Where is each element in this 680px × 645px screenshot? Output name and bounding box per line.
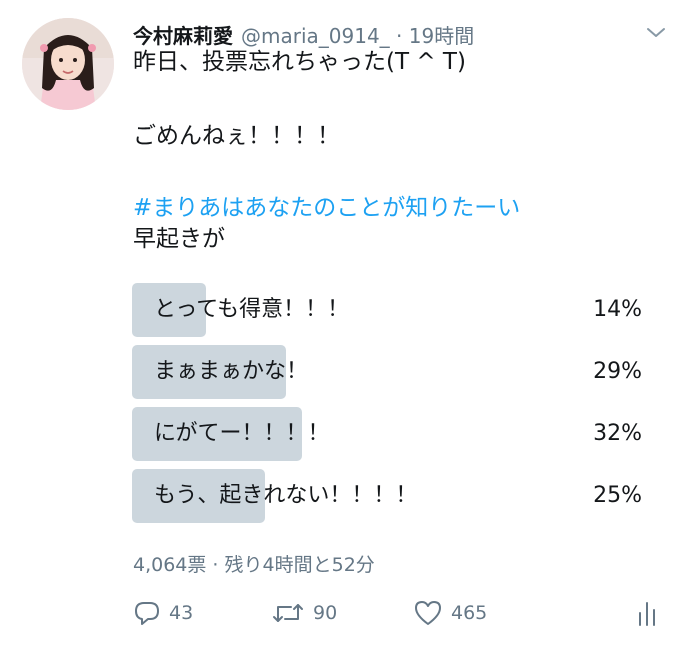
poll-option: もう、起きれない！！！！ 25% — [132, 469, 644, 523]
avatar[interactable] — [22, 18, 114, 110]
reply-icon — [133, 599, 161, 627]
reply-count: 43 — [169, 602, 194, 624]
retweet-icon — [271, 599, 305, 627]
heart-icon — [413, 599, 443, 627]
tweet-text-line1: 昨日、投票忘れちゃった(T ^ T) — [133, 49, 466, 75]
poll-option: まぁまぁかな！ 29% — [132, 345, 644, 399]
analytics-button[interactable] — [635, 596, 659, 630]
retweet-button[interactable]: 90 — [271, 596, 337, 630]
analytics-icon — [635, 599, 659, 627]
poll-option-label: とっても得意！！！ — [154, 297, 350, 322]
retweet-count: 90 — [313, 602, 338, 624]
like-button[interactable]: 465 — [413, 596, 487, 630]
tweet-header: 今村麻莉愛 @maria_0914_ · 19時間 — [133, 20, 474, 48]
tweet-text-line2: ごめんねぇ！！！！ — [133, 123, 340, 149]
poll-option: にがてー！！！！ 32% — [132, 407, 644, 461]
tweet-actions: 43 90 465 — [133, 596, 663, 630]
poll: とっても得意！！！ 14% まぁまぁかな！ 29% にがてー！！！！ 32% も… — [132, 283, 644, 531]
poll-option-percent: 25% — [593, 483, 642, 508]
poll-option-percent: 29% — [593, 359, 642, 384]
like-count: 465 — [451, 602, 488, 624]
display-name[interactable]: 今村麻莉愛 — [133, 20, 233, 49]
poll-option-label: にがてー！！！！ — [154, 421, 330, 446]
chevron-down-icon[interactable] — [644, 22, 668, 42]
poll-option-label: まぁまぁかな！ — [154, 359, 309, 384]
poll-option-label: もう、起きれない！！！！ — [154, 483, 418, 508]
handle-and-timestamp[interactable]: @maria_0914_ · 19時間 — [241, 20, 474, 49]
poll-option-percent: 32% — [593, 421, 642, 446]
hashtag-link[interactable]: #まりあはあなたのことが知りたーい — [133, 193, 520, 223]
poll-meta: 4,064票 · 残り4時間と52分 — [133, 554, 375, 576]
tweet-text-line3: 早起きが — [133, 226, 225, 252]
poll-option: とっても得意！！！ 14% — [132, 283, 644, 337]
reply-button[interactable]: 43 — [133, 596, 193, 630]
poll-option-percent: 14% — [593, 297, 642, 322]
